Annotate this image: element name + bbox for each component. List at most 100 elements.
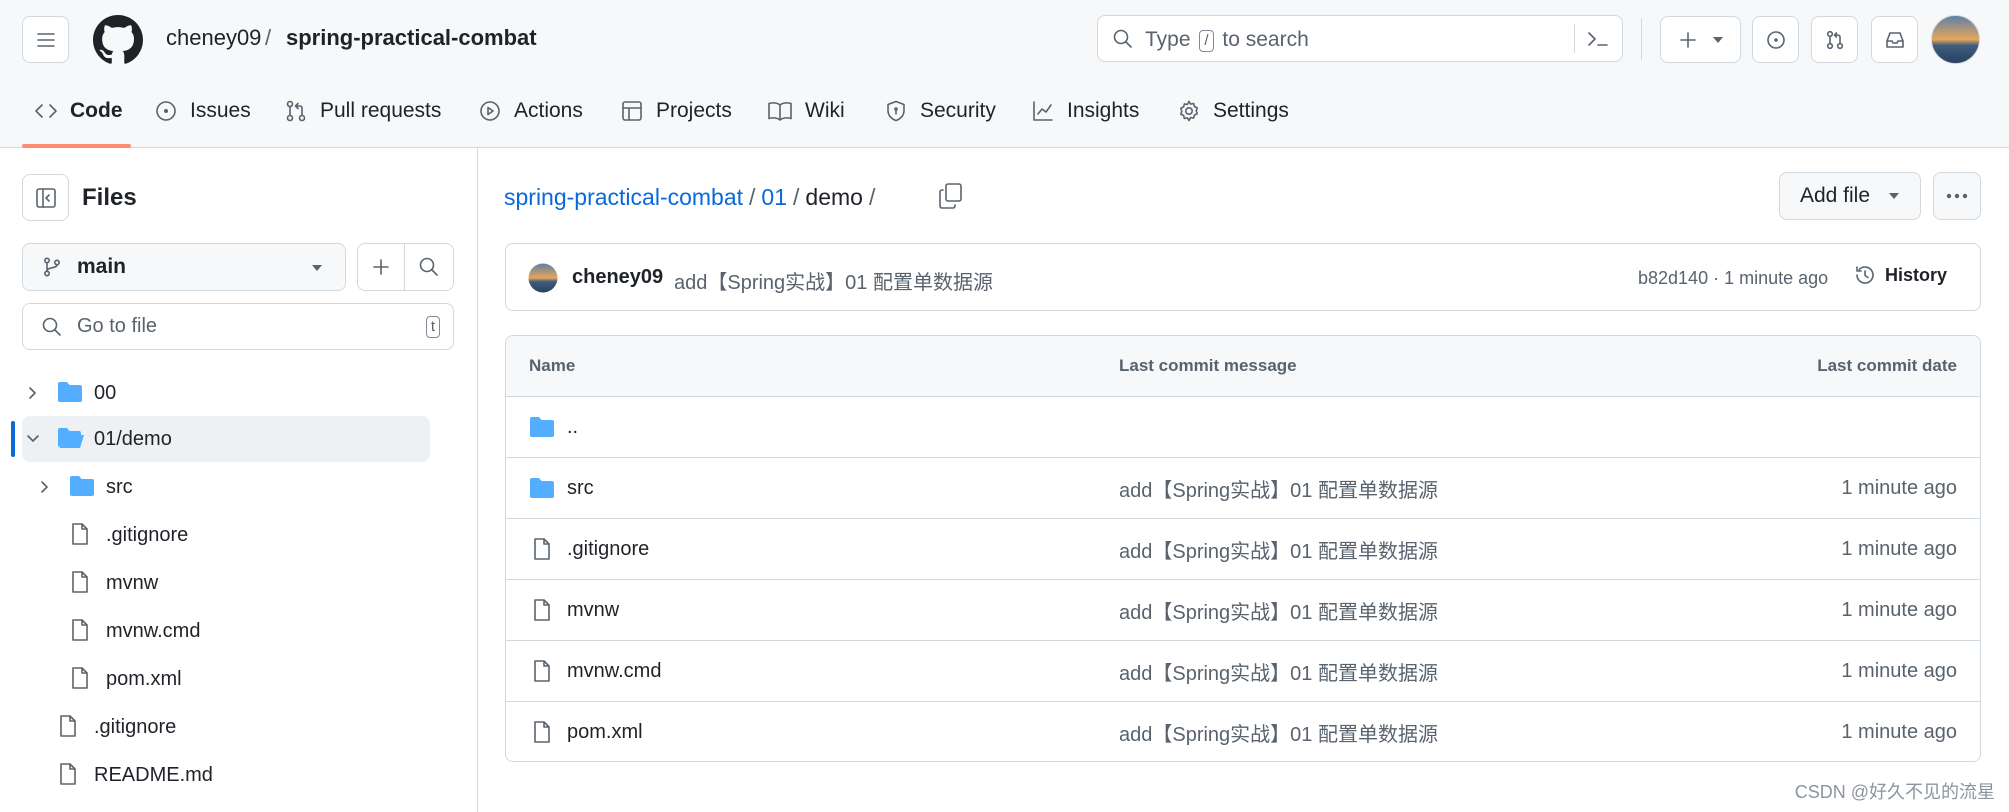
commit-message-link[interactable]: add【Spring实战】01 配置单数据源	[1119, 519, 1438, 579]
create-new-button[interactable]	[1660, 16, 1741, 63]
tab-insights[interactable]: Insights	[1031, 96, 1139, 126]
search-icon	[419, 257, 438, 276]
inbox-icon	[1885, 31, 1904, 48]
commit-message-link[interactable]: add【Spring实战】01 配置单数据源	[1119, 580, 1438, 640]
github-logo-icon[interactable]	[93, 15, 143, 65]
tab-settings[interactable]: Settings	[1177, 96, 1289, 126]
file-icon	[60, 763, 76, 785]
gear-icon	[1180, 100, 1198, 122]
commit-message-link[interactable]: add【Spring实战】01 配置单数据源	[1119, 458, 1438, 518]
history-icon	[1856, 266, 1874, 284]
file-name-link[interactable]: mvnw	[567, 580, 619, 640]
commit-author[interactable]: cheney09	[572, 266, 663, 289]
file-icon	[72, 619, 88, 641]
tree-item-src[interactable]: src	[34, 464, 430, 510]
repo-owner-link[interactable]: cheney09	[166, 25, 261, 51]
history-button[interactable]: History	[1853, 263, 1947, 287]
commit-date: 1 minute ago	[1841, 659, 1957, 682]
tab-actions[interactable]: Actions	[478, 96, 583, 126]
tree-item-gitignore[interactable]: .gitignore	[34, 512, 430, 558]
tab-code[interactable]: Code	[34, 96, 123, 126]
add-file-dropdown-button[interactable]: Add file	[1779, 172, 1921, 220]
breadcrumb-repo-link[interactable]: spring-practical-combat	[504, 184, 743, 210]
slash-key-hint: /	[1199, 30, 1214, 52]
avatar[interactable]	[1931, 15, 1980, 64]
plus-icon	[1679, 31, 1696, 48]
commit-meta[interactable]: b82d140 · 1 minute ago	[1638, 268, 1828, 289]
tab-projects-label: Projects	[656, 99, 732, 122]
tree-item-pom-xml[interactable]: pom.xml	[34, 656, 430, 702]
breadcrumb-folder-link[interactable]: 01	[761, 184, 787, 210]
header-last-commit-message: Last commit message	[1119, 356, 1297, 375]
file-name-link[interactable]: .gitignore	[567, 519, 649, 579]
tree-item-readme[interactable]: README.md	[22, 752, 430, 798]
table-row[interactable]: mvnw add【Spring实战】01 配置单数据源 1 minute ago	[506, 580, 1980, 641]
tab-code-label: Code	[70, 99, 123, 122]
breadcrumb-current: demo	[805, 184, 863, 210]
tab-projects[interactable]: Projects	[620, 96, 732, 126]
tab-pull-requests-label: Pull requests	[320, 99, 442, 122]
collapse-sidebar-button[interactable]	[22, 174, 69, 221]
tree-item-label: mvnw	[106, 571, 159, 594]
hamburger-icon	[36, 32, 55, 47]
file-name-link[interactable]: src	[567, 458, 594, 518]
app-header: cheney09 / spring-practical-combat Type …	[0, 0, 2009, 148]
file-tree-sidebar: Files main Go to file t 00 01/demo src .…	[0, 148, 478, 812]
chevron-right-icon	[41, 481, 48, 493]
tree-item-label: mvnw.cmd	[106, 619, 201, 642]
tree-item-mvnw[interactable]: mvnw	[34, 560, 430, 606]
commit-message-link[interactable]: add【Spring实战】01 配置单数据源	[1119, 702, 1438, 761]
commit-author-avatar[interactable]	[528, 263, 558, 293]
command-palette-icon[interactable]	[1586, 28, 1610, 50]
tab-wiki[interactable]: Wiki	[767, 96, 845, 126]
folder-icon	[70, 476, 94, 496]
table-row-parent[interactable]: ..	[506, 397, 1980, 458]
menu-button[interactable]	[22, 16, 69, 63]
graph-icon	[1033, 101, 1053, 121]
watermark: CSDN @好久不见的流星	[1794, 782, 1995, 802]
git-pull-request-icon	[286, 100, 306, 122]
file-name-link[interactable]: pom.xml	[567, 702, 643, 761]
code-icon	[35, 104, 57, 118]
inbox-button[interactable]	[1871, 16, 1918, 63]
file-icon	[60, 715, 76, 737]
folder-icon	[58, 382, 82, 402]
pull-requests-button[interactable]	[1811, 16, 1858, 63]
tree-item-label: 00	[94, 381, 117, 404]
chevron-down-icon	[27, 435, 39, 442]
tree-item-root-gitignore[interactable]: .gitignore	[22, 704, 430, 750]
table-row[interactable]: mvnw.cmd add【Spring实战】01 配置单数据源 1 minute…	[506, 641, 1980, 702]
tab-issues[interactable]: Issues	[154, 96, 251, 126]
parent-directory-link[interactable]: ..	[567, 397, 578, 457]
tab-security[interactable]: Security	[884, 96, 996, 126]
tree-item-01-demo[interactable]: 01/demo	[22, 416, 430, 462]
tree-item-00[interactable]: 00	[22, 370, 430, 416]
issues-button[interactable]	[1752, 16, 1799, 63]
plus-icon	[373, 259, 389, 275]
folder-icon	[530, 417, 554, 437]
file-icon	[534, 721, 550, 743]
repo-name-link[interactable]: spring-practical-combat	[286, 25, 537, 51]
history-label: History	[1885, 264, 1948, 285]
file-icon	[72, 523, 88, 545]
more-options-button[interactable]	[1933, 172, 1981, 220]
table-row[interactable]: src add【Spring实战】01 配置单数据源 1 minute ago	[506, 458, 1980, 519]
commit-message[interactable]: add【Spring实战】01 配置单数据源	[674, 266, 993, 295]
tab-pull-requests[interactable]: Pull requests	[284, 96, 441, 126]
issue-opened-icon	[1766, 30, 1785, 49]
add-file-button[interactable]	[357, 243, 405, 291]
copy-path-icon[interactable]	[938, 182, 964, 210]
tree-item-label: src	[106, 475, 133, 498]
branch-selector[interactable]: main	[22, 243, 346, 291]
tree-item-mvnw-cmd[interactable]: mvnw.cmd	[34, 608, 430, 654]
search-files-button[interactable]	[404, 243, 454, 291]
table-row[interactable]: pom.xml add【Spring实战】01 配置单数据源 1 minute …	[506, 702, 1980, 761]
file-name-link[interactable]: mvnw.cmd	[567, 641, 661, 701]
add-file-label: Add file	[1799, 184, 1871, 207]
tree-item-label: .gitignore	[106, 523, 189, 546]
search-input[interactable]: Type / to search	[1097, 15, 1623, 62]
go-to-file-input[interactable]: Go to file t	[22, 303, 454, 350]
kebab-horizontal-icon	[1946, 193, 1968, 199]
table-row[interactable]: .gitignore add【Spring实战】01 配置单数据源 1 minu…	[506, 519, 1980, 580]
commit-message-link[interactable]: add【Spring实战】01 配置单数据源	[1119, 641, 1438, 701]
